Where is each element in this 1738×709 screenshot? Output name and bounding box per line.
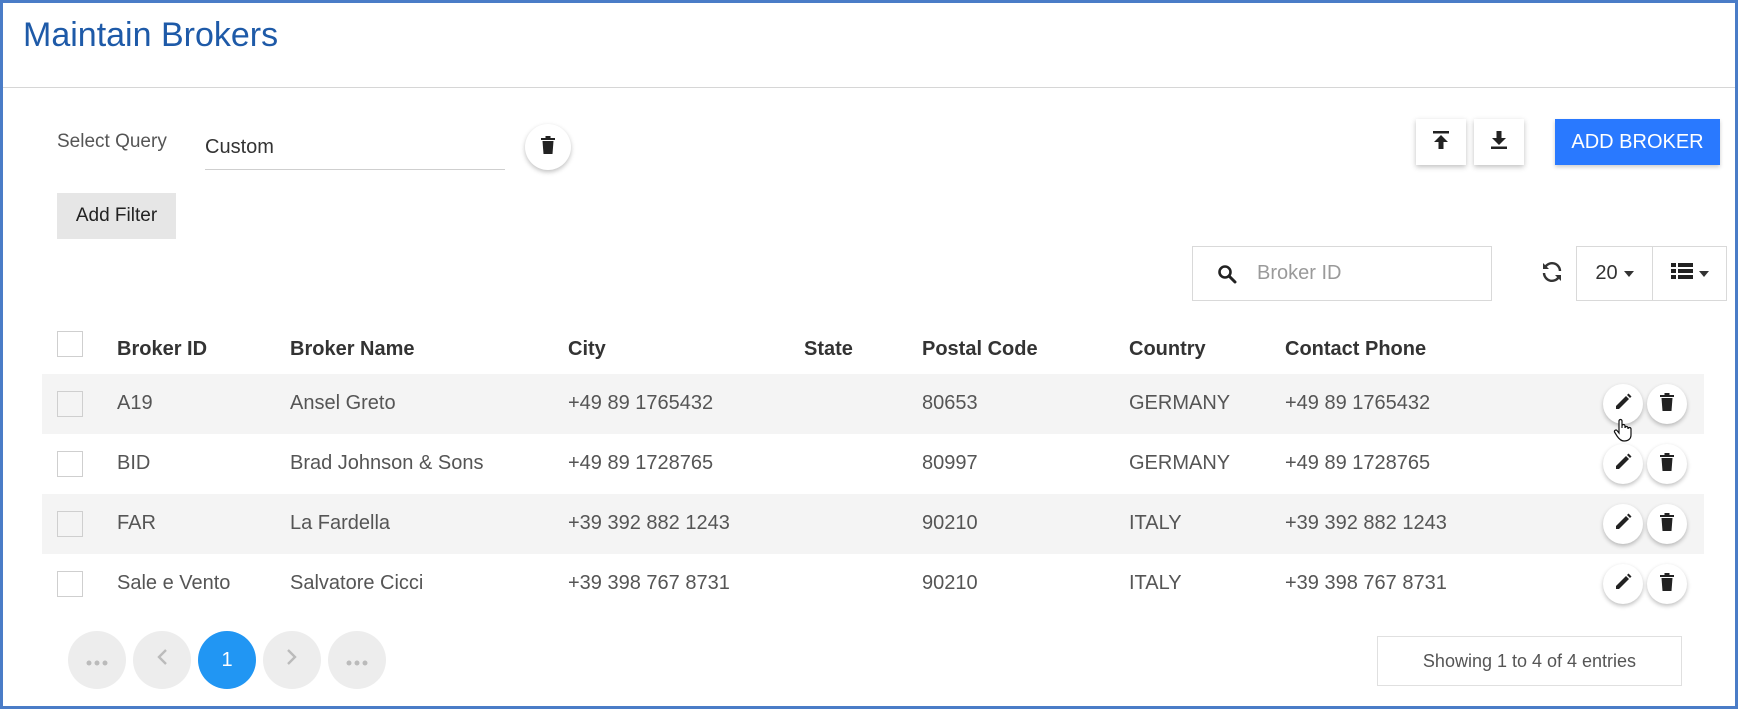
column-header-postal-code[interactable]: Postal Code [922,338,1038,361]
prev-page-button[interactable] [133,631,191,689]
cell-broker-id: FAR [117,512,156,534]
upload-icon [1432,130,1450,155]
cell-broker-name: Brad Johnson & Sons [290,452,484,474]
select-all-checkbox[interactable] [57,331,83,357]
page-size-dropdown[interactable]: 20 [1576,246,1653,301]
page-size-value: 20 [1595,262,1618,284]
select-query-field[interactable]: Custom [205,130,505,170]
column-header-state[interactable]: State [804,338,853,361]
cell-city: +49 89 1728765 [568,452,714,474]
next-page-button[interactable] [263,631,321,689]
column-header-broker-name[interactable]: Broker Name [290,338,415,361]
brokers-table: Broker ID Broker Name City State Postal … [42,320,1704,614]
add-broker-button[interactable]: ADD BROKER [1555,119,1720,165]
list-icon [1670,263,1693,284]
refresh-button[interactable] [1536,258,1568,290]
select-query-label: Select Query [57,131,167,152]
trash-icon [1659,392,1675,416]
trash-icon [1659,572,1675,596]
hand-cursor-icon [1613,418,1633,442]
ellipsis-icon [86,649,108,672]
cell-broker-name: Salvatore Cicci [290,572,424,594]
delete-row-button[interactable] [1647,564,1687,604]
download-icon [1490,130,1508,155]
table-row[interactable]: A19 Ansel Greto +49 89 1765432 80653 GER… [42,374,1704,434]
title-divider [3,87,1735,88]
cell-contact-phone: +39 398 767 8731 [1285,572,1447,594]
chevron-right-icon [286,648,298,672]
cell-contact-phone: +39 392 882 1243 [1285,512,1447,534]
download-button[interactable] [1474,119,1524,165]
cell-broker-id: A19 [117,392,153,414]
pencil-icon [1614,573,1632,596]
cell-postal-code: 90210 [922,572,978,594]
table-row[interactable]: FAR La Fardella +39 392 882 1243 90210 I… [42,494,1704,554]
upload-button[interactable] [1416,119,1466,165]
search-icon [1215,262,1239,286]
cell-postal-code: 90210 [922,512,978,534]
edit-row-button[interactable] [1603,564,1643,604]
caret-down-icon [1623,270,1634,277]
column-header-contact-phone[interactable]: Contact Phone [1285,338,1426,361]
columns-toggle-button[interactable] [1652,246,1727,301]
page-1-button[interactable]: 1 [198,631,256,689]
cell-city: +39 392 882 1243 [568,512,730,534]
trash-icon [540,135,556,159]
delete-row-button[interactable] [1647,384,1687,424]
cell-country: ITALY [1129,572,1182,594]
refresh-icon [1540,260,1564,289]
table-row[interactable]: Sale e Vento Salvatore Cicci +39 398 767… [42,554,1704,614]
delete-row-button[interactable] [1647,444,1687,484]
cell-broker-id: BID [117,452,151,474]
search-box[interactable] [1192,246,1492,301]
pencil-icon [1614,453,1632,476]
edit-row-button[interactable] [1603,504,1643,544]
chevron-left-icon [156,648,168,672]
column-header-city[interactable]: City [568,338,606,361]
page-title: Maintain Brokers [23,16,279,54]
cell-postal-code: 80997 [922,452,978,474]
cell-country: GERMANY [1129,452,1231,474]
cell-broker-id: Sale e Vento [117,572,231,594]
caret-down-icon [1698,270,1709,277]
ellipsis-icon [346,649,368,672]
cell-broker-name: La Fardella [290,512,391,534]
cell-city: +39 398 767 8731 [568,572,730,594]
cell-contact-phone: +49 89 1728765 [1285,452,1431,474]
delete-row-button[interactable] [1647,504,1687,544]
column-header-country[interactable]: Country [1129,338,1206,361]
search-input[interactable] [1257,262,1477,285]
cell-country: GERMANY [1129,392,1231,414]
row-checkbox[interactable] [57,391,83,417]
pencil-icon [1614,513,1632,536]
clear-query-button[interactable] [525,124,571,170]
cell-contact-phone: +49 89 1765432 [1285,392,1431,414]
trash-icon [1659,452,1675,476]
pencil-icon [1614,393,1632,416]
cell-country: ITALY [1129,512,1182,534]
row-checkbox[interactable] [57,451,83,477]
row-checkbox[interactable] [57,571,83,597]
entries-info: Showing 1 to 4 of 4 entries [1377,636,1682,686]
cell-broker-name: Ansel Greto [290,392,396,414]
last-page-button[interactable] [328,631,386,689]
edit-row-button[interactable] [1603,444,1643,484]
column-header-broker-id[interactable]: Broker ID [117,338,207,361]
trash-icon [1659,512,1675,536]
add-filter-button[interactable]: Add Filter [57,193,176,239]
table-header-row: Broker ID Broker Name City State Postal … [42,320,1704,374]
cell-postal-code: 80653 [922,392,978,414]
row-checkbox[interactable] [57,511,83,537]
cell-city: +49 89 1765432 [568,392,714,414]
first-page-button[interactable] [68,631,126,689]
table-row[interactable]: BID Brad Johnson & Sons +49 89 1728765 8… [42,434,1704,494]
